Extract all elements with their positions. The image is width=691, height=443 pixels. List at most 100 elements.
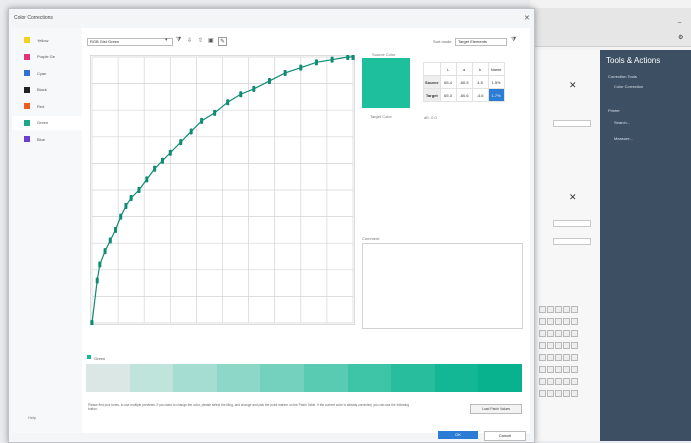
curve-point[interactable] [283,69,287,76]
grid-cell[interactable] [563,354,570,361]
tools-item[interactable]: Measure... [614,136,633,141]
cancel-button[interactable]: Cancel [484,431,526,441]
grid-cell[interactable] [563,378,570,385]
grid-cell[interactable] [555,306,562,313]
sidebar-item[interactable]: Yellow [12,33,82,47]
color-gradient-strip[interactable] [86,364,522,392]
gradient-stop[interactable] [173,364,217,392]
curve-point[interactable] [160,157,164,164]
tools-item[interactable]: Color Correction [614,84,643,89]
grid-cell[interactable] [539,378,546,385]
load-patch-values-button[interactable]: Load Patch Values [470,404,522,414]
gradient-stop[interactable] [260,364,304,392]
grid-cell[interactable] [555,366,562,373]
grid-cell[interactable] [563,306,570,313]
curve-point[interactable] [179,139,183,146]
curve-point[interactable] [124,202,128,209]
curve-point[interactable] [213,109,217,116]
curve-point[interactable] [330,56,334,63]
grid-cell[interactable] [547,330,554,337]
table-cell[interactable]: 65.3 [439,88,457,102]
grid-cell[interactable] [547,318,554,325]
table-cell[interactable]: -4.6 [471,88,489,102]
import-icon[interactable]: ⇩ [187,37,192,44]
curve-point[interactable] [129,194,133,201]
grid-cell[interactable] [571,354,578,361]
grid-cell[interactable] [555,330,562,337]
sidebar-item[interactable]: Black [12,83,82,97]
tone-curve-chart[interactable] [90,55,355,325]
table-cell[interactable]: 4.5 [471,75,489,89]
tools-item[interactable]: Printer [608,108,620,113]
settings-icon[interactable]: ⚙ [678,34,683,41]
grid-cell[interactable] [571,306,578,313]
curve-point[interactable] [103,248,107,255]
grid-cell[interactable] [571,318,578,325]
grid-cell[interactable] [555,354,562,361]
gradient-stop[interactable] [391,364,435,392]
curve-point[interactable] [90,320,94,325]
table-cell[interactable]: 1.7% [487,88,505,102]
curve-point[interactable] [200,117,204,124]
table-cell[interactable]: -60.6 [455,88,473,102]
grid-cell[interactable] [547,354,554,361]
curve-point[interactable] [108,237,112,244]
background-dropdown[interactable] [553,238,591,245]
save-icon[interactable]: ▣ [208,37,214,44]
curve-point[interactable] [137,187,141,193]
grid-cell[interactable] [563,318,570,325]
grid-cell[interactable] [547,390,554,397]
table-cell[interactable]: -60.5 [455,75,473,89]
gradient-checkbox[interactable] [87,355,91,359]
sidebar-item[interactable]: Green [12,115,82,130]
background-dropdown[interactable] [553,120,591,127]
grid-cell[interactable] [547,366,554,373]
table-cell[interactable]: 1.5% [487,75,505,89]
grid-cell[interactable] [555,318,562,325]
export-icon[interactable]: ⇧ [198,37,203,44]
sort-select[interactable]: Target Elements [455,38,507,46]
sidebar-item[interactable]: Purple Ge [12,50,82,64]
curve-point[interactable] [314,59,318,66]
curve-point[interactable] [113,226,117,233]
grid-cell[interactable] [547,378,554,385]
sidebar-item[interactable]: Blue [12,132,82,146]
help-button[interactable]: Help [28,415,36,420]
curve-point[interactable] [299,64,303,71]
curve-point[interactable] [168,149,172,156]
tools-item[interactable]: Search... [614,120,630,125]
grid-cell[interactable] [563,366,570,373]
profile-select[interactable]: RGB Gist Green [87,38,173,46]
grid-cell[interactable] [539,342,546,349]
grid-cell[interactable] [571,342,578,349]
grid-cell[interactable] [571,366,578,373]
tools-item[interactable]: Correction Tools [608,74,637,79]
gradient-stop[interactable] [303,364,348,392]
grid-cell[interactable] [539,354,546,361]
curve-point[interactable] [189,128,193,135]
edit-icon[interactable]: ✎ [218,37,228,46]
grid-cell[interactable] [563,390,570,397]
grid-cell[interactable] [539,390,546,397]
ok-button[interactable]: OK [438,431,478,439]
curve-point[interactable] [351,55,355,60]
grid-cell[interactable] [539,366,546,373]
gradient-stop[interactable] [216,364,261,392]
gradient-stop[interactable] [434,364,479,392]
grid-cell[interactable] [547,342,554,349]
curve-point[interactable] [98,261,102,268]
sidebar-item[interactable]: Red [12,99,82,113]
curve-point[interactable] [145,176,149,183]
curve-point[interactable] [239,91,243,98]
sidebar-item[interactable]: Cyan [12,66,82,80]
grid-cell[interactable] [539,330,546,337]
grid-cell[interactable] [555,390,562,397]
gradient-stop[interactable] [347,364,392,392]
gradient-stop[interactable] [86,364,130,392]
curve-point[interactable] [267,77,271,84]
chevron-down-icon[interactable]: ▾ [165,37,168,43]
close-icon[interactable]: ✕ [569,80,577,91]
close-icon[interactable]: ✕ [569,192,577,203]
grid-cell[interactable] [571,390,578,397]
gradient-stop[interactable] [478,364,522,392]
